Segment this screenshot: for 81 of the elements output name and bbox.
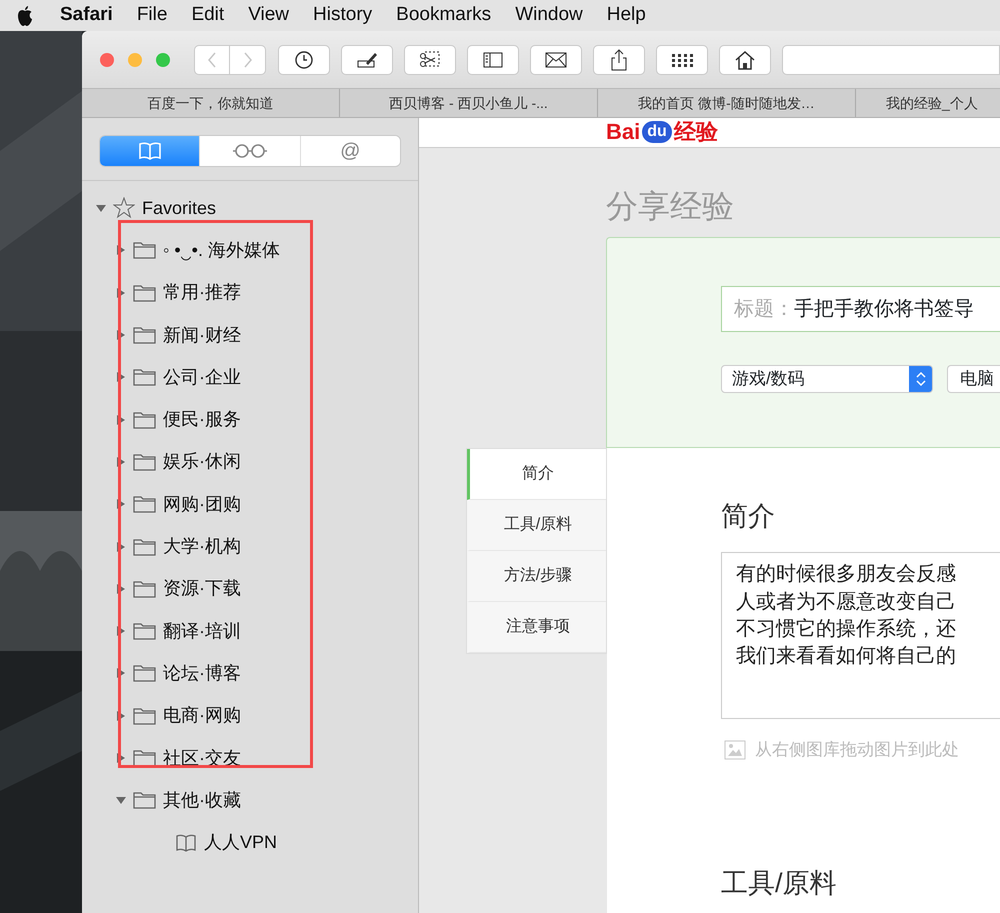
- folder-label[interactable]: ◦ •‿•. 海外媒体: [163, 236, 280, 264]
- folder-icon: [133, 706, 156, 725]
- bookmark-item[interactable]: 人人VPN: [204, 829, 278, 856]
- title-label: 标题：: [734, 297, 794, 322]
- app-menu[interactable]: Safari: [60, 1, 113, 30]
- clock-icon: [293, 48, 315, 70]
- updown-arrows-icon: [916, 371, 926, 387]
- browser-tab[interactable]: 西贝博客 - 西贝小鱼儿 -...: [340, 89, 598, 117]
- folder-label[interactable]: 便民·服务: [163, 406, 241, 434]
- share-button[interactable]: [593, 44, 645, 74]
- folder-label[interactable]: 常用·推荐: [163, 279, 241, 306]
- history-button[interactable]: [278, 44, 330, 74]
- star-icon: [113, 197, 135, 220]
- folder-icon: [133, 664, 156, 682]
- folder-icon: [133, 284, 156, 302]
- folder-label[interactable]: 其他·收藏: [163, 786, 241, 814]
- sidebar-button[interactable]: [467, 44, 519, 74]
- folder-icon: [133, 495, 156, 514]
- collapsed-triangle-icon[interactable]: [115, 498, 127, 510]
- category-select[interactable]: 游戏/数码: [721, 365, 933, 393]
- section-tab[interactable]: 简介: [467, 449, 606, 500]
- folder-label[interactable]: 娱乐·休闲: [163, 448, 241, 476]
- section-heading: 简介: [721, 500, 776, 532]
- browser-tab[interactable]: 我的经验_个人: [856, 89, 1000, 117]
- intro-textarea[interactable]: 有的时候很多朋友会反感 人或者为不愿意改变自己 不习惯它的操作系统，还 我们来看看如何将自己的: [721, 552, 1000, 720]
- folder-icon: [133, 791, 156, 810]
- menu-item[interactable]: View: [248, 1, 290, 30]
- folder-label[interactable]: 翻译·培训: [163, 618, 241, 645]
- menu-item[interactable]: History: [313, 1, 372, 30]
- folder-icon: [133, 580, 156, 598]
- shared-links-tab[interactable]: @: [300, 136, 400, 166]
- top-sites-button[interactable]: [656, 44, 708, 74]
- menu-item[interactable]: Edit: [191, 1, 224, 30]
- folder-label[interactable]: 电商·网购: [163, 702, 241, 730]
- section-tab[interactable]: 注意事项: [467, 602, 606, 653]
- page-title: 分享经验: [605, 187, 735, 226]
- folder-icon: [133, 241, 156, 260]
- section-tab[interactable]: 工具/原料: [467, 500, 606, 551]
- browser-tab[interactable]: 我的首页 微博-随时随地发…: [598, 89, 856, 117]
- section-heading: 工具/原料: [721, 866, 838, 900]
- book-icon: [138, 141, 162, 161]
- folder-label[interactable]: 论坛·博客: [163, 660, 241, 687]
- glasses-icon: [232, 143, 268, 159]
- folder-icon: [133, 368, 156, 386]
- favorites-label[interactable]: Favorites: [142, 194, 216, 222]
- home-button[interactable]: [719, 44, 771, 74]
- mail-button[interactable]: [530, 44, 582, 74]
- folder-label[interactable]: 新闻·财经: [163, 322, 241, 349]
- folder-icon: [133, 410, 156, 429]
- folder-label[interactable]: 资源·下载: [163, 575, 241, 602]
- apple-logo-icon: [16, 5, 34, 26]
- close-button[interactable]: [100, 52, 114, 66]
- browser-tab[interactable]: 百度一下，你就知道: [82, 89, 340, 117]
- edit-button[interactable]: [341, 44, 393, 74]
- collapsed-triangle-icon[interactable]: [115, 371, 127, 384]
- folder-label[interactable]: 大学·机构: [163, 533, 241, 560]
- site-logo[interactable]: Bai du 经验: [606, 119, 718, 145]
- folder-icon: [133, 749, 156, 767]
- bookmarks-tab[interactable]: [100, 136, 200, 166]
- folder-icon: [133, 622, 156, 640]
- menu-item[interactable]: Help: [606, 1, 646, 30]
- expanded-triangle-icon[interactable]: [115, 794, 127, 806]
- address-field[interactable]: [782, 44, 1000, 74]
- collapsed-triangle-icon[interactable]: [115, 329, 127, 342]
- folder-icon: [133, 452, 156, 471]
- title-value: 手把手教你将书签导: [794, 297, 974, 322]
- folder-label[interactable]: 网购·团购: [163, 490, 241, 518]
- menu-item[interactable]: File: [136, 1, 168, 30]
- menu-item[interactable]: Window: [515, 1, 583, 30]
- home-icon: [734, 48, 756, 70]
- book-icon: [175, 834, 197, 852]
- folder-icon: [133, 538, 156, 556]
- image-drop-hint: 从右侧图库拖动图片到此处: [755, 739, 959, 762]
- folder-icon: [133, 326, 156, 344]
- subcategory-select[interactable]: 电脑: [947, 365, 1000, 393]
- title-field[interactable]: 标题：手把手教你将书签导: [721, 286, 1000, 332]
- folder-label[interactable]: 公司·企业: [163, 364, 241, 391]
- clip-button[interactable]: [404, 44, 456, 74]
- menu-item[interactable]: Bookmarks: [396, 1, 492, 30]
- section-tab[interactable]: 方法/步骤: [467, 551, 606, 602]
- expanded-triangle-icon[interactable]: [95, 202, 107, 214]
